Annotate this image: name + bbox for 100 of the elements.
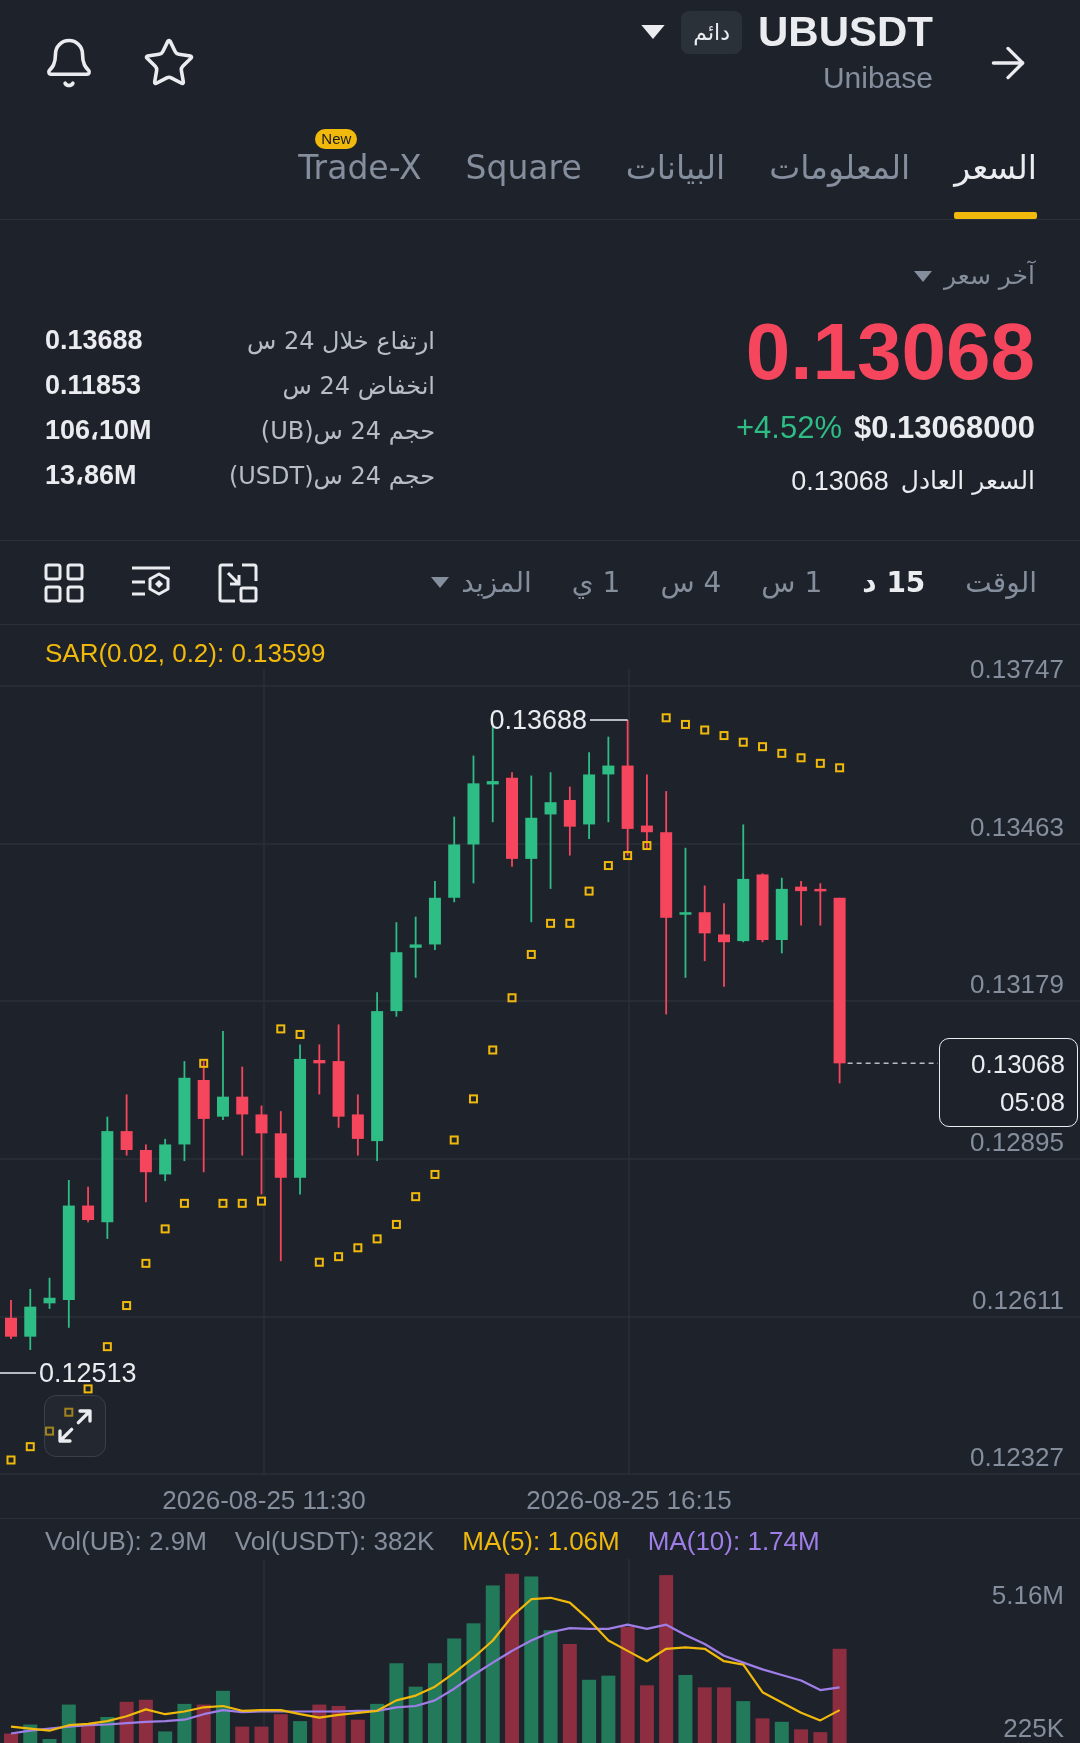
last-price-tag-value: 0.13068 xyxy=(971,1047,1065,1081)
volume-bar xyxy=(601,1675,616,1743)
stat-label: ارتفاع خلال 24 س xyxy=(246,325,435,357)
symbol-title: UBUSDT xyxy=(758,8,933,56)
volume-bar xyxy=(717,1687,731,1743)
sar-marker xyxy=(122,1301,132,1311)
sar-marker xyxy=(391,1219,401,1229)
stat-label: حجم 24 س(USDT) xyxy=(228,460,435,492)
sar-marker xyxy=(102,1342,112,1352)
sar-marker xyxy=(565,918,575,928)
interval-tab[interactable]: 1 ي xyxy=(571,561,621,604)
candle xyxy=(24,1288,37,1351)
price-axis-label: 0.13747 xyxy=(970,654,1064,684)
volume-bar xyxy=(755,1718,770,1743)
volume-bar xyxy=(4,1733,18,1743)
candle xyxy=(563,785,576,857)
sar-marker xyxy=(314,1257,324,1267)
candle xyxy=(409,915,422,979)
interval-tab[interactable]: 4 س xyxy=(660,561,722,604)
volume-bar xyxy=(235,1726,250,1743)
sar-marker xyxy=(661,713,671,723)
sar-marker xyxy=(295,1029,305,1039)
caret-down-icon xyxy=(914,270,933,282)
candle xyxy=(82,1185,95,1224)
price-axis-label: 0.13179 xyxy=(970,969,1064,999)
fair-price-label: السعر العادل xyxy=(900,465,1035,498)
sar-marker xyxy=(199,1058,209,1068)
sar-marker xyxy=(411,1192,421,1202)
candle xyxy=(313,1043,326,1096)
tab[interactable]: السعر xyxy=(954,151,1037,219)
sar-marker xyxy=(430,1169,440,1179)
sar-marker xyxy=(257,1196,266,1206)
sar-marker xyxy=(179,1198,189,1208)
stat-label: انخفاض 24 س xyxy=(282,370,435,402)
expand-icon xyxy=(55,1406,95,1446)
tab[interactable]: Square xyxy=(465,151,582,219)
volume-bar xyxy=(408,1686,423,1743)
candle xyxy=(120,1093,133,1157)
sar-marker xyxy=(796,753,806,763)
volume-bar xyxy=(794,1729,809,1743)
volume-bar xyxy=(813,1732,828,1743)
volume-axis-label: 5.16M xyxy=(991,1580,1064,1610)
asset-name: Unibase xyxy=(822,60,933,96)
sar-marker xyxy=(777,748,787,758)
volume-bar xyxy=(736,1701,751,1743)
frame-arrow-icon[interactable] xyxy=(218,562,258,603)
tab[interactable]: البيانات xyxy=(625,151,726,219)
more-dropdown[interactable]: المزيد xyxy=(431,561,532,604)
volume-bar xyxy=(678,1674,693,1743)
sar-marker xyxy=(6,1455,16,1465)
candle xyxy=(756,872,769,944)
stat-value: 106،10M xyxy=(45,414,152,448)
sar-marker xyxy=(719,731,729,741)
caret-down-icon[interactable] xyxy=(641,25,666,39)
sar-marker xyxy=(276,1024,286,1034)
interval-tab[interactable]: 1 س xyxy=(761,561,823,604)
sar-marker xyxy=(160,1224,170,1234)
tab[interactable]: المعلومات xyxy=(769,151,911,219)
volume-bar xyxy=(582,1679,597,1743)
volume-bar xyxy=(215,1690,230,1743)
fair-price-value: 0.13068 xyxy=(791,464,889,498)
sar-marker xyxy=(680,719,690,729)
sar-marker xyxy=(372,1234,382,1244)
price-axis-label: 0.12611 xyxy=(971,1285,1064,1315)
candle xyxy=(43,1276,56,1310)
tab[interactable]: Trade-X xyxy=(298,151,422,219)
expand-button[interactable] xyxy=(44,1395,106,1457)
candle xyxy=(428,880,441,951)
sar-marker xyxy=(526,949,536,959)
time-label: الوقت xyxy=(965,564,1037,601)
new-badge: New xyxy=(315,129,358,149)
high-leader-line xyxy=(589,719,629,721)
sar-marker xyxy=(488,1045,498,1055)
price-axis-label: 0.12895 xyxy=(970,1127,1064,1157)
usd-price: $0.13068000 xyxy=(853,408,1035,447)
stat-value: 0.13688 xyxy=(45,324,143,358)
price-change: +4.52% xyxy=(735,408,842,447)
volume-bar xyxy=(350,1719,365,1743)
stat-value: 13،86M xyxy=(45,459,137,493)
volume-bar xyxy=(61,1704,76,1743)
volume-axis-label: 225K xyxy=(1003,1713,1064,1743)
contract-type-badge: دائم xyxy=(681,10,742,54)
low-leader-line xyxy=(0,1372,37,1374)
price-type-dropdown[interactable]: آخر سعر xyxy=(914,260,1035,292)
volume-bar xyxy=(273,1714,288,1743)
volume-bar xyxy=(774,1721,789,1743)
sar-marker xyxy=(507,993,517,1003)
interval-tab[interactable]: 15 د xyxy=(862,561,926,604)
price-axis-label: 0.12327 xyxy=(970,1442,1064,1472)
sar-marker xyxy=(738,737,748,747)
volume-bar xyxy=(639,1685,654,1743)
time-axis-label: 2026-08-25 16:15 xyxy=(526,1485,732,1515)
volume-bar xyxy=(158,1731,173,1743)
stat-value: 0.11853 xyxy=(45,369,142,403)
grid-icon[interactable] xyxy=(44,562,84,603)
sar-marker xyxy=(623,851,633,861)
sar-marker xyxy=(700,725,710,735)
candle xyxy=(159,1138,172,1182)
indicator-legend: SAR(0.02, 0.2): 0.13599 xyxy=(45,635,326,671)
sar-marker xyxy=(218,1198,228,1208)
